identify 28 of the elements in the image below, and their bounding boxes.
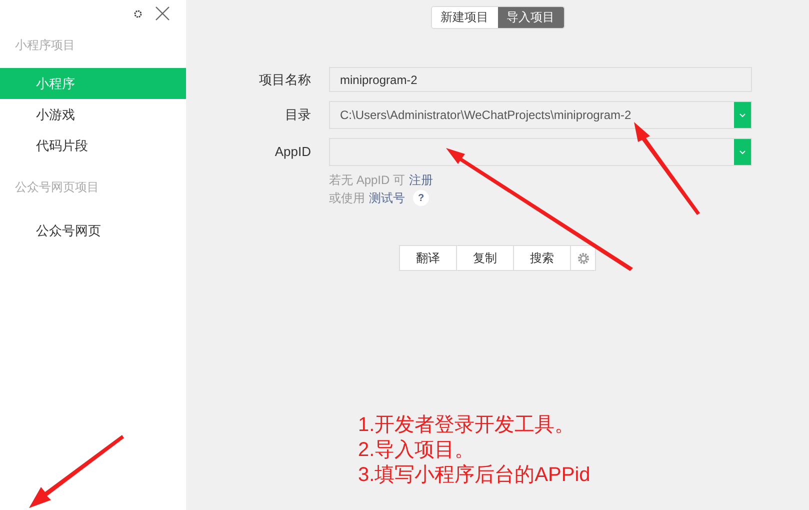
- hint-text: 若无 AppID 可: [329, 172, 406, 189]
- field-label: 目录: [284, 106, 312, 124]
- toolbar-button[interactable]: 翻译: [400, 246, 457, 270]
- annotation-text: 1.开发者登录开发工具。: [358, 413, 576, 438]
- annotation-text: 2.导入项目。: [358, 438, 476, 463]
- toolbar-button[interactable]: 复制: [457, 246, 514, 270]
- sidebar-item[interactable]: 代码片段: [0, 130, 186, 161]
- help-button[interactable]: ?: [413, 190, 429, 206]
- input-field[interactable]: miniprogram-2: [329, 67, 752, 92]
- field-label: AppID: [274, 143, 312, 162]
- section-title: 公众号网页项目: [14, 179, 100, 196]
- link[interactable]: 注册: [409, 171, 434, 189]
- dropdown-field[interactable]: [329, 138, 752, 166]
- chevron-icon: [739, 112, 746, 118]
- toolbar-button[interactable]: 搜索: [514, 246, 571, 270]
- settings-icon[interactable]: [133, 8, 143, 18]
- chevron-icon: [739, 150, 746, 154]
- link[interactable]: 测试号: [369, 189, 405, 207]
- section-title: 小程序项目: [14, 37, 76, 54]
- gear-icon: [576, 252, 590, 264]
- sidebar-item[interactable]: 小游戏: [0, 99, 186, 130]
- field-label: 项目名称: [258, 70, 312, 89]
- annotation-text: 3.填写小程序后台的APPid: [358, 463, 590, 488]
- dropdown-field[interactable]: C:\Users\Administrator\WeChatProjects\miniprogram-2: [329, 101, 752, 129]
- sidebar-item[interactable]: 公众号网页: [0, 215, 186, 246]
- close-icon[interactable]: [155, 6, 170, 21]
- hint-text: 或使用: [329, 190, 365, 207]
- tab[interactable]: 导入项目: [498, 7, 564, 28]
